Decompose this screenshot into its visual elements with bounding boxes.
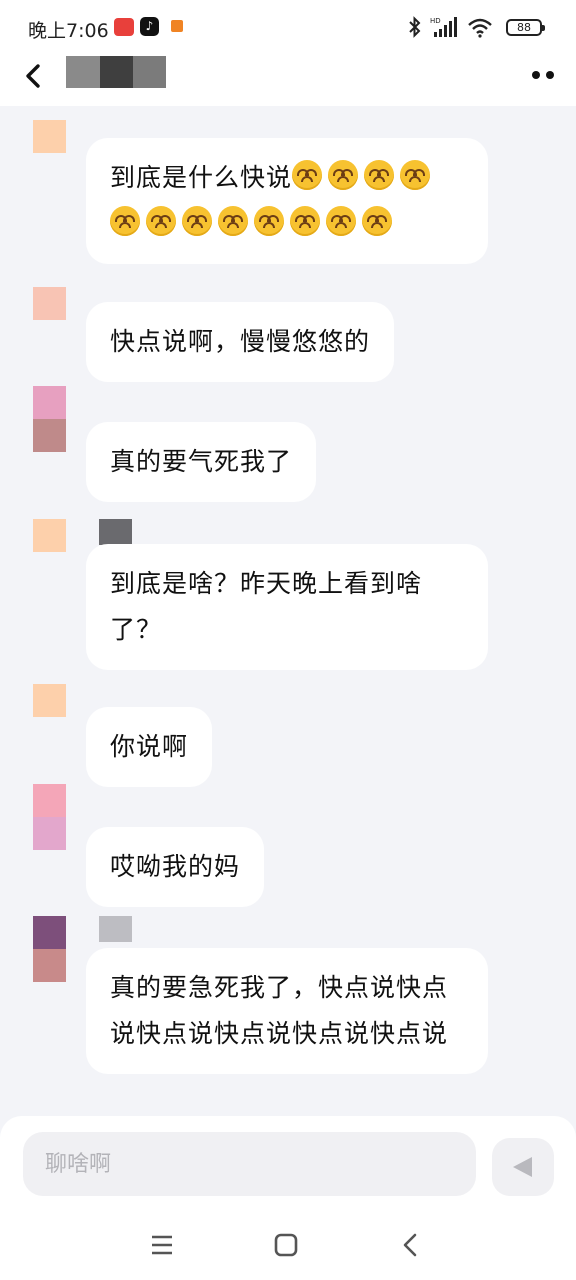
chat-header [0, 56, 576, 106]
upside-down-face-emoji [182, 206, 212, 236]
status-time: 晚上7:06 [28, 20, 109, 42]
system-navigation-bar [0, 1232, 576, 1280]
chat-title-redacted[interactable] [66, 56, 166, 88]
message-bubble[interactable]: 你说啊 [86, 707, 213, 787]
battery-icon: 88 [506, 19, 545, 36]
avatar[interactable] [33, 916, 66, 982]
status-bar: 晚上7:06 ♪ HD 88 [0, 0, 576, 56]
hd-signal-icon: HD [430, 17, 457, 37]
message-text: 真的要急死我了，快点说快点说快点说快点说快点说快点说 [110, 973, 449, 1048]
message-text: 到底是什么快说 [110, 163, 293, 192]
upside-down-face-emoji [218, 206, 248, 236]
message-bubble[interactable]: 快点说啊，慢慢悠悠的 [86, 302, 395, 382]
message-bubble[interactable]: 真的要急死我了，快点说快点说快点说快点说快点说快点说 [86, 948, 488, 1074]
avatar[interactable] [33, 784, 66, 850]
app-notification-icon [171, 20, 183, 32]
message-text: 真的要气死我了 [110, 447, 293, 476]
upside-down-face-emoji [400, 160, 431, 190]
composer-bar [0, 1116, 576, 1280]
avatar[interactable] [33, 386, 66, 452]
sender-name-redacted [99, 916, 132, 942]
message-bubble[interactable]: 真的要气死我了 [86, 422, 317, 502]
upside-down-face-emoji [292, 160, 323, 190]
upside-down-face-emoji [362, 206, 392, 236]
avatar[interactable] [33, 287, 66, 320]
message-text: 你说啊 [110, 732, 189, 761]
upside-down-face-emoji [364, 160, 395, 190]
upside-down-face-emoji [328, 160, 359, 190]
chat-message-list[interactable]: 到底是什么快说 快点说啊，慢慢悠悠的 真的要气死我了 到底是啥？昨天晚上看到啥了… [0, 106, 576, 1116]
upside-down-face-emoji [110, 206, 140, 236]
send-icon [513, 1157, 532, 1177]
message-text: 快点说啊，慢慢悠悠的 [110, 327, 371, 356]
message-text: 到底是啥？昨天晚上看到啥了？ [110, 569, 423, 644]
shopping-app-icon [114, 18, 134, 36]
message-text: 哎呦我的妈 [110, 852, 241, 881]
tiktok-icon: ♪ [140, 17, 159, 36]
more-dots-icon[interactable] [528, 66, 558, 84]
bluetooth-icon [409, 16, 421, 38]
upside-down-face-emoji [290, 206, 320, 236]
avatar[interactable] [33, 519, 66, 552]
upside-down-face-emoji [326, 206, 356, 236]
send-button[interactable] [492, 1138, 554, 1196]
avatar[interactable] [33, 120, 66, 153]
back-button[interactable] [20, 61, 50, 91]
message-input[interactable] [23, 1132, 476, 1196]
message-bubble[interactable]: 到底是啥？昨天晚上看到啥了？ [86, 544, 488, 670]
avatar[interactable] [33, 684, 66, 717]
home-icon[interactable] [273, 1232, 299, 1258]
wifi-icon [468, 18, 492, 38]
svg-text:HD: HD [430, 17, 441, 25]
menu-icon[interactable] [149, 1232, 175, 1258]
sender-name-redacted [99, 519, 132, 545]
message-bubble[interactable]: 哎呦我的妈 [86, 827, 265, 907]
back-icon[interactable] [398, 1232, 424, 1258]
upside-down-face-emoji [146, 206, 176, 236]
message-bubble[interactable]: 到底是什么快说 [86, 138, 488, 264]
upside-down-face-emoji [254, 206, 284, 236]
